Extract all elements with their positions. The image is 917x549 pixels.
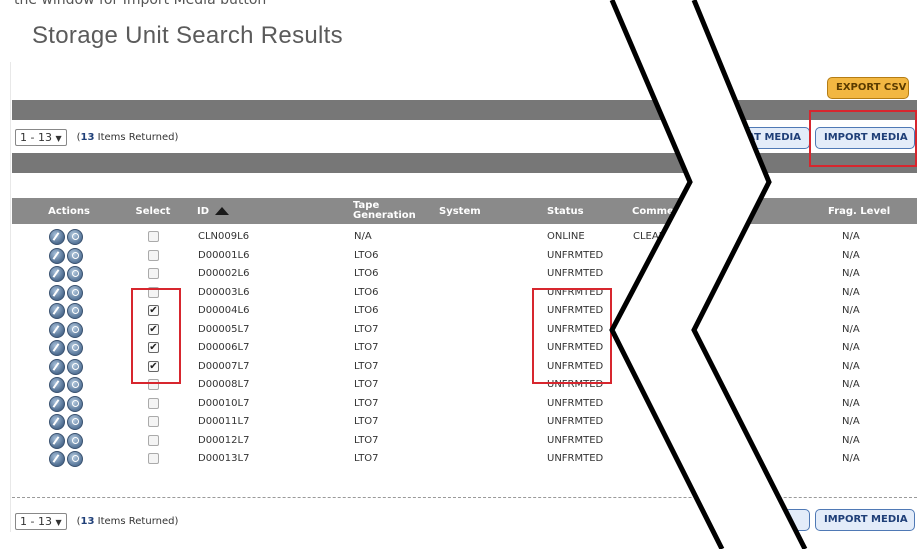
screenshot-break-divider: [609, 0, 808, 549]
